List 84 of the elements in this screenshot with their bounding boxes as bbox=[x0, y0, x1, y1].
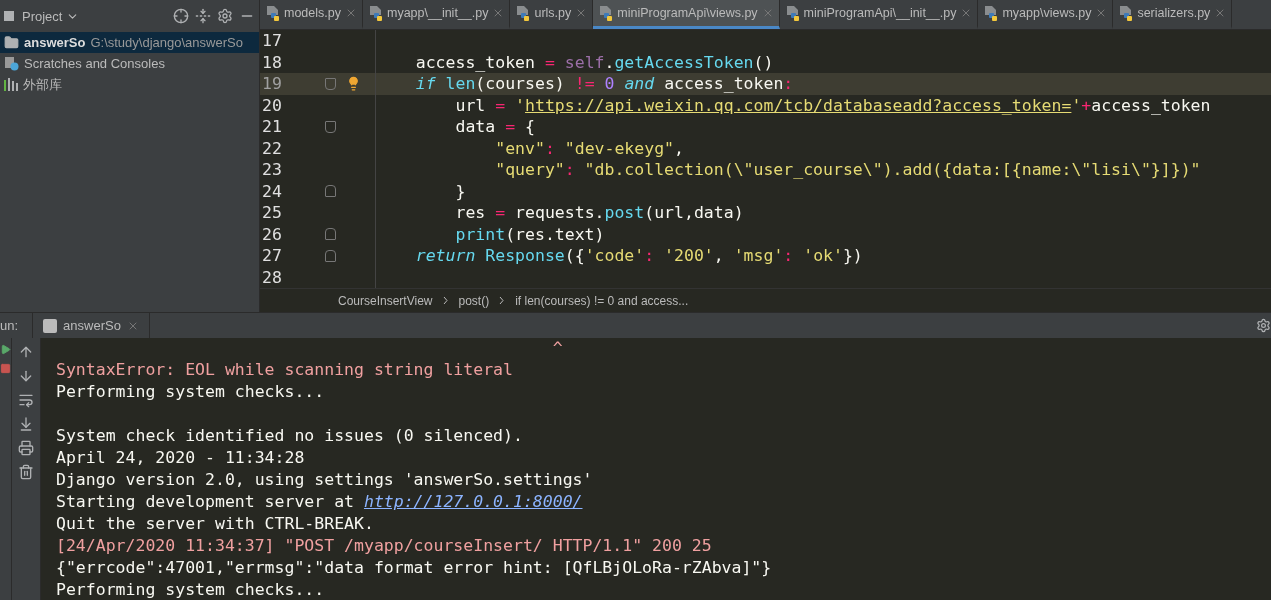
editor-tab[interactable]: myapp\views.py bbox=[978, 0, 1114, 29]
chevron-icon bbox=[499, 296, 506, 305]
console-link[interactable]: http://127.0.0.1:8000/ bbox=[363, 492, 583, 511]
tree-item[interactable]: Scratches and Consoles bbox=[0, 53, 259, 74]
code-line: print(res.text) bbox=[454, 224, 605, 244]
code-line: res = requests.post(url,data) bbox=[454, 203, 744, 223]
python-file-icon bbox=[369, 5, 383, 21]
breadcrumb[interactable]: if len(courses) != 0 and access... bbox=[515, 293, 689, 308]
code-line: url = 'https://api.weixin.qq.com/tcb/databaseadd?access_token='+access_token bbox=[454, 95, 1211, 115]
trash-icon[interactable] bbox=[18, 464, 34, 480]
line-number: 18 bbox=[261, 52, 283, 72]
fold-marker-icon[interactable] bbox=[325, 77, 336, 90]
code-line: data = { bbox=[454, 117, 535, 137]
tree-item-label: 外部库 bbox=[23, 75, 62, 94]
code-line: "query": "db.collection(\"user_course\").add({data:[{name:\"lisi\"}]})" bbox=[494, 160, 1201, 180]
lightbulb-icon[interactable] bbox=[346, 76, 361, 92]
chevron-icon bbox=[442, 296, 449, 305]
console-line: System check identified no issues (0 silenced). bbox=[56, 426, 524, 447]
tree-item[interactable]: answerSo G:\study\django\answerSo bbox=[0, 32, 259, 53]
console-line: Quit the server with CTRL-BREAK. bbox=[56, 514, 375, 535]
breadcrumb[interactable]: CourseInsertView bbox=[338, 293, 433, 308]
fold-marker-icon[interactable] bbox=[325, 185, 336, 198]
line-number: 26 bbox=[261, 224, 283, 244]
up-arrow-icon[interactable] bbox=[18, 344, 34, 360]
console-line: Performing system checks... bbox=[56, 580, 326, 600]
panel-icon bbox=[4, 10, 14, 22]
project-dropdown[interactable]: Project bbox=[20, 8, 82, 24]
editor-tab[interactable]: myapp\__init__.py bbox=[363, 0, 511, 29]
console-line: April 24, 2020 - 11:34:28 bbox=[56, 448, 306, 469]
settings-icon[interactable] bbox=[217, 8, 233, 24]
console-line: Django version 2.0, using settings 'answerSo.settings' bbox=[56, 470, 594, 491]
folder-icon bbox=[4, 35, 19, 50]
line-number: 17 bbox=[261, 31, 283, 51]
line-number: 21 bbox=[261, 117, 283, 137]
line-number: 24 bbox=[261, 181, 283, 201]
python-file-icon bbox=[785, 5, 800, 21]
scratch-icon bbox=[4, 56, 19, 71]
console-line: Performing system checks... bbox=[56, 382, 326, 403]
stop-icon[interactable] bbox=[0, 363, 11, 374]
tree-item-label: Scratches and Consoles bbox=[24, 56, 165, 71]
fold-marker-icon[interactable] bbox=[325, 249, 336, 262]
code-line: "env": "dev-ekeyg", bbox=[494, 138, 684, 158]
tree-item-label: answerSo bbox=[24, 35, 86, 50]
breadcrumb[interactable]: post() bbox=[458, 293, 490, 308]
code-line: } bbox=[454, 181, 466, 201]
editor-tab[interactable]: models.py bbox=[260, 0, 363, 29]
python-file-icon bbox=[599, 5, 614, 21]
line-number: 25 bbox=[261, 203, 283, 223]
line-number: 27 bbox=[261, 246, 283, 266]
line-number: 22 bbox=[261, 138, 283, 158]
down-arrow-icon[interactable] bbox=[18, 368, 34, 384]
code-line: access_token = self.getAccessToken() bbox=[414, 52, 774, 72]
settings-icon[interactable] bbox=[1256, 318, 1271, 333]
collapse-icon[interactable] bbox=[195, 8, 211, 24]
console-line: SyntaxError: EOL while scanning string literal bbox=[56, 360, 514, 381]
console-line: [24/Apr/2020 11:34:37] "POST /myapp/courseInsert/ HTTP/1.1" 200 25 bbox=[56, 536, 713, 557]
wrap-icon[interactable] bbox=[18, 392, 34, 408]
close-icon[interactable] bbox=[345, 7, 357, 19]
code-line: if len(courses) != 0 and access_token: bbox=[414, 74, 794, 94]
editor-tab[interactable]: miniProgramApi\__init__.py bbox=[779, 0, 979, 29]
editor-tab[interactable]: miniProgramApi\views.py bbox=[593, 0, 780, 29]
console-line: ^ bbox=[551, 338, 564, 359]
python-file-icon bbox=[266, 5, 280, 21]
tree-item[interactable]: 外部库 bbox=[0, 74, 259, 95]
run-label: un: bbox=[0, 318, 19, 333]
line-number: 28 bbox=[261, 267, 283, 287]
editor-tab[interactable]: serializers.py bbox=[1113, 0, 1233, 29]
code-line: return Response({'code': '200', 'msg': 'ok'}) bbox=[414, 246, 863, 266]
line-number: 20 bbox=[261, 95, 283, 115]
tree-item-path: G:\study\django\answerSo bbox=[90, 35, 243, 50]
console-line: {"errcode":47001,"errmsg":"data format error hint: [QfLBjOLoRa-rZAbva]"} bbox=[56, 558, 773, 579]
line-number: 23 bbox=[261, 160, 283, 180]
library-icon bbox=[4, 78, 18, 91]
python-file-icon bbox=[984, 5, 999, 21]
fold-marker-icon[interactable] bbox=[325, 120, 336, 133]
crosshair-icon[interactable] bbox=[173, 8, 189, 24]
python-file-icon bbox=[516, 5, 531, 21]
python-file-icon bbox=[1119, 5, 1134, 21]
console-line: Starting development server at http://127.0.0.1:8000/ bbox=[56, 492, 584, 513]
run-icon[interactable] bbox=[0, 344, 11, 355]
line-number: 19 bbox=[261, 74, 283, 94]
print-icon[interactable] bbox=[18, 440, 34, 456]
scroll-to-end-icon[interactable] bbox=[18, 416, 34, 432]
fold-marker-icon[interactable] bbox=[325, 228, 336, 241]
